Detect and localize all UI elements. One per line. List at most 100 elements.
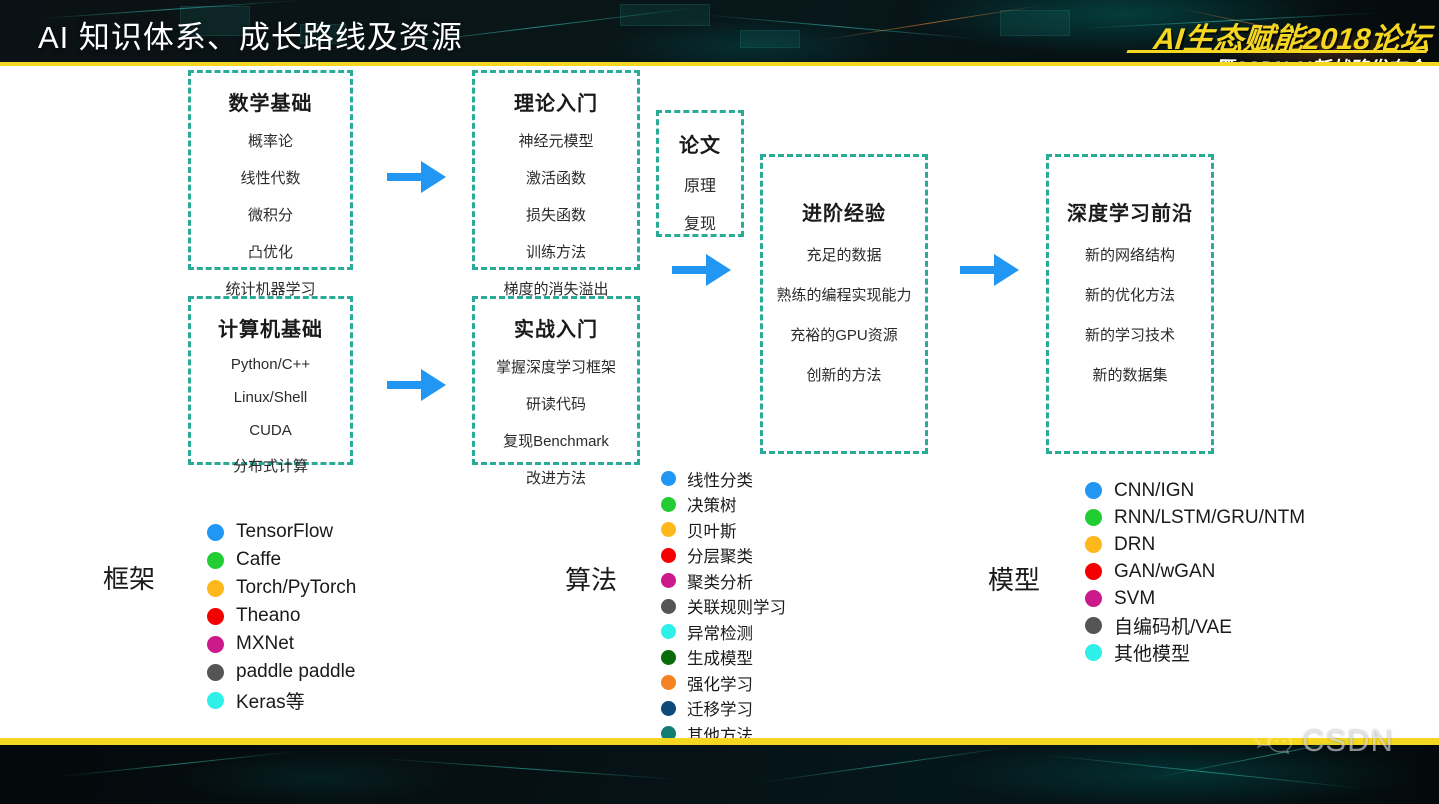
box-title: 论文 — [679, 135, 721, 157]
box-item: 损失函数 — [525, 207, 586, 224]
legend-color-dot — [1085, 617, 1102, 634]
box-item: 研读代码 — [525, 396, 586, 413]
list-item[interactable]: 关联规则学习 — [661, 594, 786, 620]
list-item[interactable]: Keras等 — [207, 686, 356, 714]
box-title: 实战入门 — [514, 319, 598, 341]
list-item[interactable]: MXNet — [207, 630, 356, 658]
right-arrow-icon — [387, 369, 446, 401]
box-item: 线性代数 — [240, 170, 301, 187]
list-item[interactable]: 聚类分析 — [661, 568, 786, 594]
legend-color-dot — [1085, 590, 1102, 607]
legend-title-algorithms: 算法 — [565, 565, 618, 595]
box-item: 凸优化 — [247, 244, 293, 261]
legend-item-label: Theano — [236, 605, 301, 626]
legend-item-label: 异常检测 — [687, 624, 753, 643]
slide-root: AI 知识体系、成长路线及资源 AI生态赋能2018论坛 暨CSDN AI新战略… — [0, 0, 1439, 804]
list-item[interactable]: 异常检测 — [661, 619, 786, 645]
legend-item-label: 生成模型 — [687, 650, 753, 669]
list-item[interactable]: Torch/PyTorch — [207, 574, 356, 602]
list-item[interactable]: TensorFlow — [207, 518, 356, 546]
list-item[interactable]: 贝叶斯 — [661, 517, 786, 543]
legend-color-dot — [661, 573, 676, 589]
legend-item-label: GAN/wGAN — [1114, 560, 1216, 582]
legend-color-dot — [661, 598, 676, 614]
wechat-icon — [1253, 722, 1293, 759]
legend-color-dot — [1085, 482, 1102, 499]
box-paper: 论文 原理 复现 — [656, 110, 744, 237]
list-item[interactable]: 自编码机/VAE — [1085, 612, 1305, 639]
list-item[interactable]: Caffe — [207, 546, 356, 574]
box-item: 新的数据集 — [1092, 367, 1168, 384]
list-item[interactable]: RNN/LSTM/GRU/NTM — [1085, 504, 1305, 531]
legend-item-label: Caffe — [236, 549, 282, 570]
legend-color-dot — [1085, 644, 1102, 661]
legend-item-label: MXNet — [236, 633, 295, 654]
box-item: 复现Benchmark — [503, 433, 609, 450]
arrow-advanced-to-frontier — [958, 249, 1022, 291]
list-item[interactable]: CNN/IGN — [1085, 477, 1305, 504]
legend-item-label: TensorFlow — [236, 521, 334, 542]
box-theory-intro: 理论入门 神经元模型 激活函数 损失函数 训练方法 梯度的消失溢出 — [472, 70, 640, 298]
list-item[interactable]: 线性分类 — [661, 466, 786, 492]
legend-item-label: paddle paddle — [236, 661, 356, 682]
legend-color-dot — [207, 663, 224, 681]
legend-color-dot — [207, 607, 224, 625]
list-item[interactable]: 分层聚类 — [661, 543, 786, 569]
box-item: 充足的数据 — [806, 247, 882, 264]
legend-color-dot — [661, 522, 676, 538]
legend-color-dot — [661, 624, 676, 640]
list-item[interactable]: GAN/wGAN — [1085, 558, 1305, 585]
legend-color-dot — [1085, 536, 1102, 553]
legend-item-label: 聚类分析 — [687, 573, 753, 592]
list-item[interactable]: SVM — [1085, 585, 1305, 612]
box-title: 数学基础 — [228, 93, 313, 115]
legend-item-label: 其他模型 — [1114, 644, 1191, 665]
legend-title-models: 模型 — [988, 565, 1041, 595]
legend-color-dot — [207, 635, 224, 653]
list-item[interactable]: 其他模型 — [1085, 639, 1305, 666]
box-item: 激活函数 — [525, 170, 586, 187]
legend-item-label: Torch/PyTorch — [236, 577, 357, 598]
box-math-foundation: 数学基础 概率论 线性代数 微积分 凸优化 统计机器学习 — [188, 70, 353, 298]
list-item[interactable]: 生成模型 — [661, 645, 786, 671]
box-item: 新的优化方法 — [1084, 287, 1175, 304]
event-logo-title: AI生态赋能2018论坛 — [1152, 23, 1433, 56]
box-title: 深度学习前沿 — [1067, 203, 1193, 225]
logo-banner-shape — [1079, 52, 1439, 66]
logo-underline — [1126, 50, 1428, 53]
list-item[interactable]: paddle paddle — [207, 658, 356, 686]
legend-color-dot — [661, 496, 676, 512]
legend-list-algorithms: 线性分类 决策树 贝叶斯 分层聚类 聚类分析 关联规则学习 异常检测 生成模型 … — [661, 466, 786, 747]
legend-item-label: 自编码机/VAE — [1114, 617, 1232, 638]
list-item[interactable]: Theano — [207, 602, 356, 630]
box-item: 掌握深度学习框架 — [495, 359, 616, 376]
legend-color-dot — [661, 649, 676, 665]
box-title: 计算机基础 — [218, 319, 323, 341]
legend-color-dot — [207, 691, 224, 709]
box-item: 概率论 — [247, 133, 293, 150]
slide-footer — [0, 738, 1439, 804]
right-arrow-icon — [387, 161, 446, 193]
list-item[interactable]: 强化学习 — [661, 670, 786, 696]
right-arrow-icon — [672, 254, 731, 286]
legend-color-dot — [1085, 563, 1102, 580]
box-item: 微积分 — [247, 207, 293, 224]
arrow-math-to-theory — [385, 156, 449, 198]
legend-item-label: RNN/LSTM/GRU/NTM — [1114, 506, 1306, 528]
box-practice-intro: 实战入门 掌握深度学习框架 研读代码 复现Benchmark 改进方法 — [472, 296, 640, 487]
list-item[interactable]: DRN — [1085, 531, 1305, 558]
event-logo-subtitle: 暨CSDN AI新战略发布会 — [1215, 54, 1425, 66]
legend-list-frameworks: TensorFlow Caffe Torch/PyTorch Theano MX… — [207, 518, 356, 714]
box-item: 新的学习技术 — [1084, 327, 1175, 344]
legend-item-label: 强化学习 — [687, 675, 753, 694]
legend-item-label: Keras等 — [236, 691, 305, 713]
csdn-watermark: CSDN — [1253, 722, 1394, 759]
list-item[interactable]: 决策树 — [661, 492, 786, 518]
arrow-paper-to-advanced — [670, 249, 734, 291]
box-deep-learning-frontier: 深度学习前沿 新的网络结构 新的优化方法 新的学习技术 新的数据集 — [1046, 154, 1214, 454]
diagram-canvas: 数学基础 概率论 线性代数 微积分 凸优化 统计机器学习 计算机基础 Pytho… — [0, 66, 1439, 745]
legend-item-label: SVM — [1114, 587, 1156, 609]
legend-item-label: 分层聚类 — [687, 548, 753, 567]
list-item[interactable]: 迁移学习 — [661, 696, 786, 722]
box-item: 充裕的GPU资源 — [790, 327, 898, 344]
